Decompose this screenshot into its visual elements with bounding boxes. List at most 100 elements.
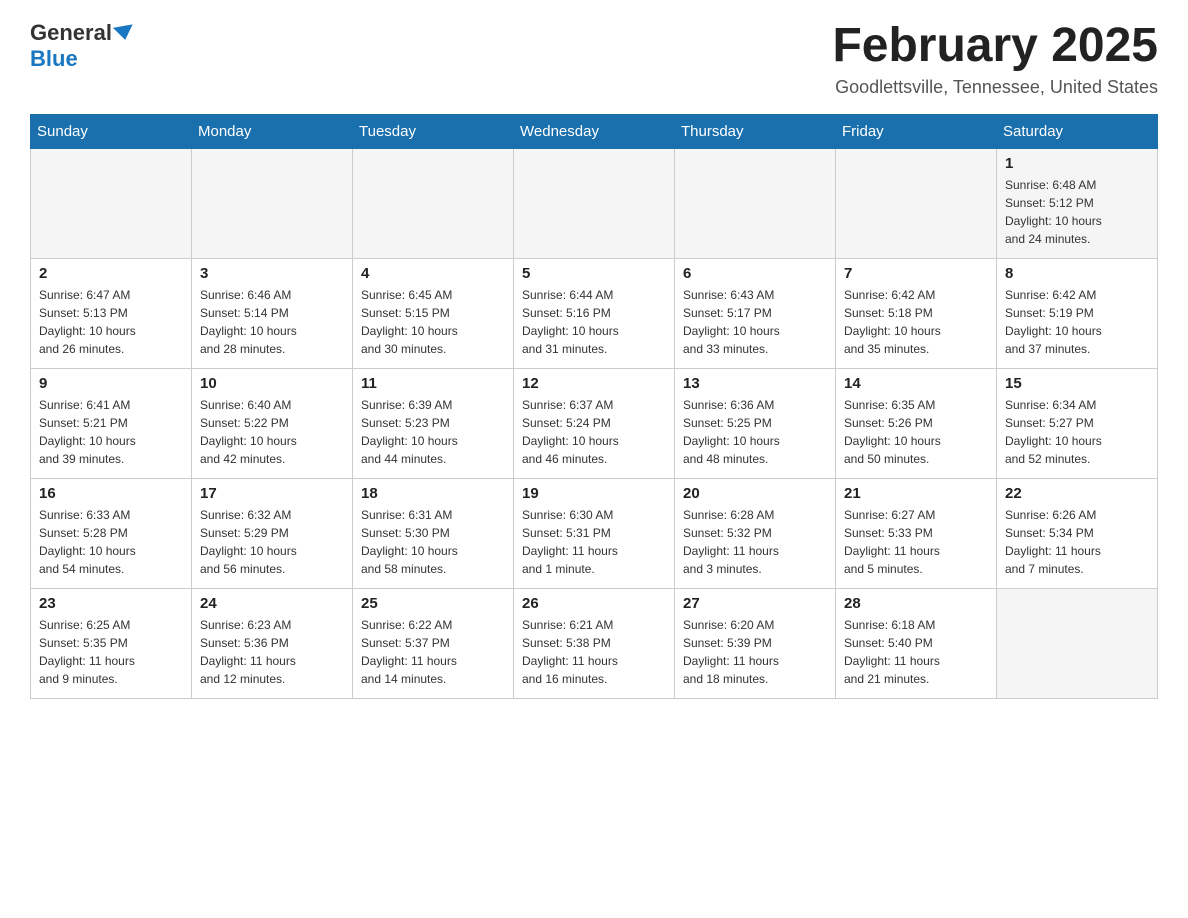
day-info: Sunrise: 6:36 AM Sunset: 5:25 PM Dayligh… [683, 396, 827, 468]
day-info: Sunrise: 6:42 AM Sunset: 5:19 PM Dayligh… [1005, 286, 1149, 358]
calendar-cell [836, 148, 997, 258]
calendar-cell: 6 Sunrise: 6:43 AM Sunset: 5:17 PM Daylig… [675, 258, 836, 368]
calendar-cell: 14 Sunrise: 6:35 AM Sunset: 5:26 PM Dayli… [836, 368, 997, 478]
day-number: 18 [361, 485, 505, 502]
day-info: Sunrise: 6:26 AM Sunset: 5:34 PM Dayligh… [1005, 506, 1149, 578]
calendar-week-3: 16 Sunrise: 6:33 AM Sunset: 5:28 PM Dayli… [31, 478, 1158, 588]
day-number: 23 [39, 595, 183, 612]
day-number: 27 [683, 595, 827, 612]
calendar-cell: 23 Sunrise: 6:25 AM Sunset: 5:35 PM Dayli… [31, 588, 192, 698]
day-number: 22 [1005, 485, 1149, 502]
day-info: Sunrise: 6:20 AM Sunset: 5:39 PM Dayligh… [683, 616, 827, 688]
day-number: 12 [522, 375, 666, 392]
day-info: Sunrise: 6:27 AM Sunset: 5:33 PM Dayligh… [844, 506, 988, 578]
day-number: 7 [844, 265, 988, 282]
day-info: Sunrise: 6:47 AM Sunset: 5:13 PM Dayligh… [39, 286, 183, 358]
weekday-header-friday: Friday [836, 114, 997, 148]
day-number: 28 [844, 595, 988, 612]
calendar-week-2: 9 Sunrise: 6:41 AM Sunset: 5:21 PM Daylig… [31, 368, 1158, 478]
calendar-header: SundayMondayTuesdayWednesdayThursdayFrid… [31, 114, 1158, 148]
day-info: Sunrise: 6:46 AM Sunset: 5:14 PM Dayligh… [200, 286, 344, 358]
calendar-week-4: 23 Sunrise: 6:25 AM Sunset: 5:35 PM Dayli… [31, 588, 1158, 698]
weekday-header-tuesday: Tuesday [353, 114, 514, 148]
weekday-header-wednesday: Wednesday [514, 114, 675, 148]
day-info: Sunrise: 6:37 AM Sunset: 5:24 PM Dayligh… [522, 396, 666, 468]
weekday-header-thursday: Thursday [675, 114, 836, 148]
month-title: February 2025 [832, 20, 1158, 73]
calendar-body: 1 Sunrise: 6:48 AM Sunset: 5:12 PM Daylig… [31, 148, 1158, 698]
day-number: 1 [1005, 155, 1149, 172]
calendar-cell [514, 148, 675, 258]
logo-blue-text: Blue [30, 46, 78, 72]
day-number: 6 [683, 265, 827, 282]
day-number: 26 [522, 595, 666, 612]
calendar-cell: 12 Sunrise: 6:37 AM Sunset: 5:24 PM Dayli… [514, 368, 675, 478]
weekday-header-monday: Monday [192, 114, 353, 148]
calendar-cell: 22 Sunrise: 6:26 AM Sunset: 5:34 PM Dayli… [997, 478, 1158, 588]
day-number: 11 [361, 375, 505, 392]
day-info: Sunrise: 6:39 AM Sunset: 5:23 PM Dayligh… [361, 396, 505, 468]
day-info: Sunrise: 6:21 AM Sunset: 5:38 PM Dayligh… [522, 616, 666, 688]
day-info: Sunrise: 6:34 AM Sunset: 5:27 PM Dayligh… [1005, 396, 1149, 468]
location-title: Goodlettsville, Tennessee, United States [832, 77, 1158, 98]
day-number: 21 [844, 485, 988, 502]
calendar-cell: 27 Sunrise: 6:20 AM Sunset: 5:39 PM Dayli… [675, 588, 836, 698]
day-info: Sunrise: 6:44 AM Sunset: 5:16 PM Dayligh… [522, 286, 666, 358]
day-number: 15 [1005, 375, 1149, 392]
day-info: Sunrise: 6:43 AM Sunset: 5:17 PM Dayligh… [683, 286, 827, 358]
calendar-cell: 26 Sunrise: 6:21 AM Sunset: 5:38 PM Dayli… [514, 588, 675, 698]
day-info: Sunrise: 6:40 AM Sunset: 5:22 PM Dayligh… [200, 396, 344, 468]
page-header: General Blue February 2025 Goodlettsvill… [30, 20, 1158, 98]
calendar-cell: 3Sunrise: 6:46 AM Sunset: 5:14 PM Daylig… [192, 258, 353, 368]
calendar-cell: 5 Sunrise: 6:44 AM Sunset: 5:16 PM Daylig… [514, 258, 675, 368]
calendar-cell: 25Sunrise: 6:22 AM Sunset: 5:37 PM Dayli… [353, 588, 514, 698]
day-number: 13 [683, 375, 827, 392]
logo-general-text: General [30, 20, 112, 46]
calendar-cell: 17 Sunrise: 6:32 AM Sunset: 5:29 PM Dayli… [192, 478, 353, 588]
day-info: Sunrise: 6:23 AM Sunset: 5:36 PM Dayligh… [200, 616, 344, 688]
day-info: Sunrise: 6:25 AM Sunset: 5:35 PM Dayligh… [39, 616, 183, 688]
calendar-table: SundayMondayTuesdayWednesdayThursdayFrid… [30, 114, 1158, 699]
calendar-week-1: 2 Sunrise: 6:47 AM Sunset: 5:13 PM Daylig… [31, 258, 1158, 368]
day-number: 4 [361, 265, 505, 282]
calendar-cell: 9 Sunrise: 6:41 AM Sunset: 5:21 PM Daylig… [31, 368, 192, 478]
calendar-cell [997, 588, 1158, 698]
calendar-cell [31, 148, 192, 258]
day-number: 10 [200, 375, 344, 392]
calendar-cell: 16 Sunrise: 6:33 AM Sunset: 5:28 PM Dayli… [31, 478, 192, 588]
day-number: 17 [200, 485, 344, 502]
calendar-week-0: 1 Sunrise: 6:48 AM Sunset: 5:12 PM Daylig… [31, 148, 1158, 258]
logo: General Blue [30, 20, 134, 72]
day-number: 9 [39, 375, 183, 392]
calendar-cell: 21 Sunrise: 6:27 AM Sunset: 5:33 PM Dayli… [836, 478, 997, 588]
day-number: 19 [522, 485, 666, 502]
calendar-cell: 20Sunrise: 6:28 AM Sunset: 5:32 PM Dayli… [675, 478, 836, 588]
day-info: Sunrise: 6:35 AM Sunset: 5:26 PM Dayligh… [844, 396, 988, 468]
calendar-cell: 18Sunrise: 6:31 AM Sunset: 5:30 PM Dayli… [353, 478, 514, 588]
day-info: Sunrise: 6:22 AM Sunset: 5:37 PM Dayligh… [361, 616, 505, 688]
day-info: Sunrise: 6:48 AM Sunset: 5:12 PM Dayligh… [1005, 176, 1149, 248]
weekday-header-saturday: Saturday [997, 114, 1158, 148]
weekday-header-row: SundayMondayTuesdayWednesdayThursdayFrid… [31, 114, 1158, 148]
day-info: Sunrise: 6:18 AM Sunset: 5:40 PM Dayligh… [844, 616, 988, 688]
day-number: 16 [39, 485, 183, 502]
calendar-cell: 28 Sunrise: 6:18 AM Sunset: 5:40 PM Dayli… [836, 588, 997, 698]
weekday-header-sunday: Sunday [31, 114, 192, 148]
calendar-cell: 24Sunrise: 6:23 AM Sunset: 5:36 PM Dayli… [192, 588, 353, 698]
calendar-cell: 1 Sunrise: 6:48 AM Sunset: 5:12 PM Daylig… [997, 148, 1158, 258]
calendar-cell: 10 Sunrise: 6:40 AM Sunset: 5:22 PM Dayli… [192, 368, 353, 478]
calendar-cell: 7Sunrise: 6:42 AM Sunset: 5:18 PM Daylig… [836, 258, 997, 368]
day-number: 8 [1005, 265, 1149, 282]
day-info: Sunrise: 6:33 AM Sunset: 5:28 PM Dayligh… [39, 506, 183, 578]
calendar-cell: 11 Sunrise: 6:39 AM Sunset: 5:23 PM Dayli… [353, 368, 514, 478]
day-number: 2 [39, 265, 183, 282]
day-number: 14 [844, 375, 988, 392]
calendar-cell: 2 Sunrise: 6:47 AM Sunset: 5:13 PM Daylig… [31, 258, 192, 368]
calendar-cell: 4Sunrise: 6:45 AM Sunset: 5:15 PM Daylig… [353, 258, 514, 368]
day-info: Sunrise: 6:32 AM Sunset: 5:29 PM Dayligh… [200, 506, 344, 578]
calendar-cell [675, 148, 836, 258]
day-number: 5 [522, 265, 666, 282]
calendar-cell: 8 Sunrise: 6:42 AM Sunset: 5:19 PM Daylig… [997, 258, 1158, 368]
calendar-cell [353, 148, 514, 258]
day-info: Sunrise: 6:41 AM Sunset: 5:21 PM Dayligh… [39, 396, 183, 468]
